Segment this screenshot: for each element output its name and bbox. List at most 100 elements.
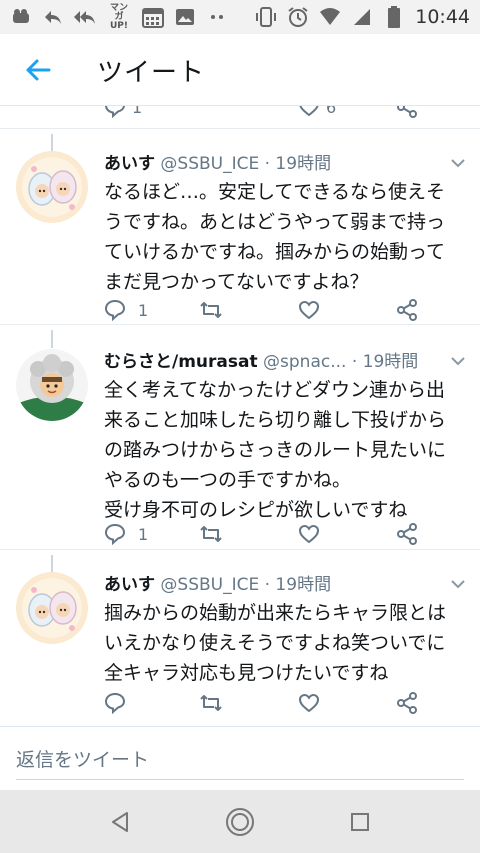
tweet-text-line: ていけるかですね。掴みからの始動って xyxy=(104,241,446,263)
tweet-menu-button[interactable] xyxy=(448,351,468,371)
ice-climbers-avatar-icon xyxy=(16,572,88,644)
nav-back-button[interactable] xyxy=(102,804,138,840)
heart-icon xyxy=(299,106,319,117)
battery-icon xyxy=(383,6,405,28)
reply-count: 1 xyxy=(138,524,149,544)
alarm-icon xyxy=(287,6,309,28)
triangle-back-icon xyxy=(112,812,128,832)
share-action[interactable] xyxy=(396,688,418,718)
tweet-time: · 19時間 xyxy=(264,154,332,174)
tweet[interactable]: むらさと/murasat @spnac... · 19時間 全く考えてなかったけ… xyxy=(0,325,480,545)
back-button[interactable] xyxy=(20,52,56,88)
previous-tweet-actions: 1 6 xyxy=(0,106,480,118)
square-recents-icon xyxy=(351,813,369,831)
retweet-action[interactable] xyxy=(199,688,223,718)
display-name[interactable]: あいす xyxy=(104,575,155,595)
thread-line xyxy=(51,555,53,573)
like-count: 6 xyxy=(326,106,337,117)
wifi-icon xyxy=(319,6,341,28)
reply-icon xyxy=(105,106,125,118)
reply-action[interactable] xyxy=(104,688,126,718)
tweet-text-line: 全く考えてなかったけどダウン連から出 xyxy=(104,379,446,401)
like-action[interactable]: 6 xyxy=(298,106,336,122)
reply-action[interactable]: 1 xyxy=(104,519,148,549)
chevron-down-icon xyxy=(451,357,465,366)
status-right-icons: 10:44 xyxy=(255,6,470,28)
reply-input[interactable]: 返信をツイート xyxy=(16,745,149,772)
share-icon xyxy=(397,692,417,714)
avatar[interactable] xyxy=(16,572,88,644)
tweet-text: 全く考えてなかったけどダウン連から出 来ること加味したら切り離し下投げから の踏… xyxy=(104,375,468,525)
tweet-time: · 19時間 xyxy=(264,575,332,595)
reply-action[interactable]: 1 xyxy=(104,295,148,325)
reply-all-icon xyxy=(74,6,96,28)
display-name[interactable]: あいす xyxy=(104,154,155,174)
share-action[interactable] xyxy=(396,295,418,325)
user-handle[interactable]: @SSBU_ICE xyxy=(160,575,259,595)
reply-input-underline xyxy=(16,779,464,780)
tweet-actions xyxy=(0,688,480,718)
share-action[interactable] xyxy=(396,106,418,122)
tweet-text-line: なるほど…。安定してできるなら使えそ xyxy=(104,181,446,203)
notification-icon xyxy=(10,6,32,28)
ice-climbers-avatar-icon xyxy=(16,151,88,223)
helmet-character-avatar-icon xyxy=(16,349,88,421)
tweet-text-line: いえかなり使えそうですよね笑ついでに xyxy=(104,632,446,654)
user-handle[interactable]: @spnac... xyxy=(263,352,346,372)
arrow-left-icon xyxy=(26,59,51,81)
reply-count: 1 xyxy=(138,300,149,320)
heart-icon xyxy=(298,524,320,544)
manga-up-icon: マンガ UP! xyxy=(109,2,128,31)
tweet-text-line: やるのも一つの手ですかね。 xyxy=(104,469,352,491)
share-action[interactable] xyxy=(396,519,418,549)
system-nav-bar xyxy=(0,790,480,853)
reply-arrow-icon xyxy=(42,6,64,28)
tweet-menu-button[interactable] xyxy=(448,574,468,594)
tweet-time: · 19時間 xyxy=(351,352,419,372)
tweet-text-line: 来ること加味したら切り離し下投げから xyxy=(104,409,447,431)
reply-action[interactable]: 1 xyxy=(104,106,142,122)
heart-icon xyxy=(298,300,320,320)
page-title: ツイート xyxy=(97,58,206,88)
chevron-down-icon xyxy=(451,159,465,168)
reply-count: 1 xyxy=(132,106,143,117)
thread-line xyxy=(51,134,53,152)
share-icon xyxy=(397,106,417,118)
app-bar: ツイート xyxy=(0,34,480,106)
image-icon xyxy=(174,6,196,28)
circle-home-icon xyxy=(226,808,254,836)
tweet-thread[interactable]: 1 6 あいす @SSBU_ICE · 19時間 なるほど…。安定してできるなら… xyxy=(0,106,480,726)
tweet[interactable]: あいす @SSBU_ICE · 19時間 掴みからの始動が出来たらキャラ限とは … xyxy=(0,550,480,726)
like-action[interactable] xyxy=(298,688,320,718)
more-dots-icon xyxy=(206,6,228,28)
avatar[interactable] xyxy=(16,349,88,421)
tweet-text-line: まだ見つかってないですよね？ xyxy=(104,271,369,293)
status-left-icons: マンガ UP! xyxy=(10,2,228,31)
tweet-actions: 1 xyxy=(0,295,480,325)
retweet-icon xyxy=(200,302,222,318)
vibrate-icon xyxy=(255,6,277,28)
tweet[interactable]: あいす @SSBU_ICE · 19時間 なるほど…。安定してできるなら使えそ … xyxy=(0,129,480,324)
status-bar: マンガ UP! 10:44 xyxy=(0,0,480,34)
tweet-menu-button[interactable] xyxy=(448,153,468,173)
avatar[interactable] xyxy=(16,151,88,223)
share-icon xyxy=(397,299,417,321)
retweet-action[interactable] xyxy=(199,295,223,325)
retweet-action[interactable] xyxy=(199,519,223,549)
tweet-header: むらさと/murasat @spnac... · 19時間 xyxy=(104,347,418,372)
tweet-header: あいす @SSBU_ICE · 19時間 xyxy=(104,570,331,595)
user-handle[interactable]: @SSBU_ICE xyxy=(160,154,259,174)
heart-icon xyxy=(298,693,320,713)
like-action[interactable] xyxy=(298,519,320,549)
nav-home-button[interactable] xyxy=(222,804,258,840)
reply-icon xyxy=(104,692,126,714)
like-action[interactable] xyxy=(298,295,320,325)
tweet-header: あいす @SSBU_ICE · 19時間 xyxy=(104,149,331,174)
signal-icon xyxy=(351,6,373,28)
tweet-text: なるほど…。安定してできるなら使えそ うですね。あとはどうやって弱まで持っ てい… xyxy=(104,177,468,297)
share-icon xyxy=(397,523,417,545)
display-name[interactable]: むらさと/murasat xyxy=(104,352,258,372)
tweet-text-line: 掴みからの始動が出来たらキャラ限とは xyxy=(104,602,447,624)
nav-recents-button[interactable] xyxy=(342,804,378,840)
chevron-down-icon xyxy=(451,580,465,589)
